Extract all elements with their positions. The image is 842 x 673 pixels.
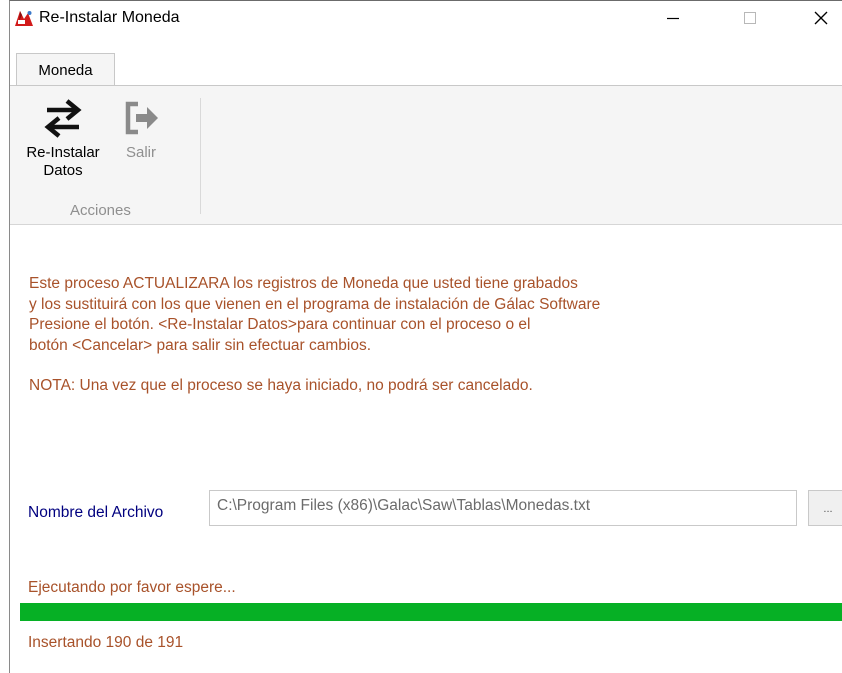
ribbon-group-label: Acciones (70, 202, 131, 219)
message-line: botón <Cancelar> para salir sin efectuar… (29, 336, 372, 354)
title-bar[interactable]: Re-Instalar Moneda (10, 1, 842, 35)
reinstall-data-button[interactable]: Re-Instalar Datos (18, 96, 108, 180)
exit-label: Salir (125, 144, 156, 161)
status-text: Ejecutando por favor espere... (28, 579, 236, 596)
close-button[interactable] (798, 1, 842, 35)
ribbon-toolbar: Re-Instalar Datos Salir Acciones (10, 85, 842, 225)
process-message: Este proceso ACTUALIZARA los registros d… (29, 274, 809, 397)
browse-button[interactable]: ... (808, 490, 842, 526)
reinstall-label-line2: Datos (43, 162, 83, 179)
app-icon (14, 10, 34, 27)
window-title: Re-Instalar Moneda (39, 9, 180, 26)
file-name-label: Nombre del Archivo (28, 504, 164, 521)
progress-bar-fill (20, 603, 842, 621)
ribbon-group-separator (200, 98, 201, 214)
minimize-button[interactable] (650, 1, 696, 35)
reinstall-currency-window: Re-Instalar Moneda Moneda Re-Instalar Da… (9, 0, 842, 673)
tab-moneda[interactable]: Moneda (16, 53, 115, 86)
message-line: y los sustituirá con los que vienen en e… (29, 295, 601, 313)
file-path-field[interactable]: C:\Program Files (x86)\Galac\Saw\Tablas\… (209, 490, 797, 526)
maximize-button[interactable] (727, 1, 773, 35)
maximize-icon (744, 12, 756, 24)
message-line: Presione el botón. <Re-Instalar Datos>pa… (29, 316, 531, 333)
progress-bar (20, 603, 842, 621)
message-line: Este proceso ACTUALIZARA los registros d… (29, 275, 578, 292)
exit-button[interactable]: Salir (120, 96, 162, 162)
warning-note: NOTA: Una vez que el proceso se haya ini… (29, 377, 533, 394)
reinstall-label-line1: Re-Instalar (26, 144, 100, 161)
exit-icon (125, 101, 158, 135)
swap-arrows-icon (44, 99, 82, 138)
close-icon (814, 11, 828, 25)
progress-detail: Insertando 190 de 191 (28, 634, 184, 651)
minimize-icon (667, 17, 679, 20)
